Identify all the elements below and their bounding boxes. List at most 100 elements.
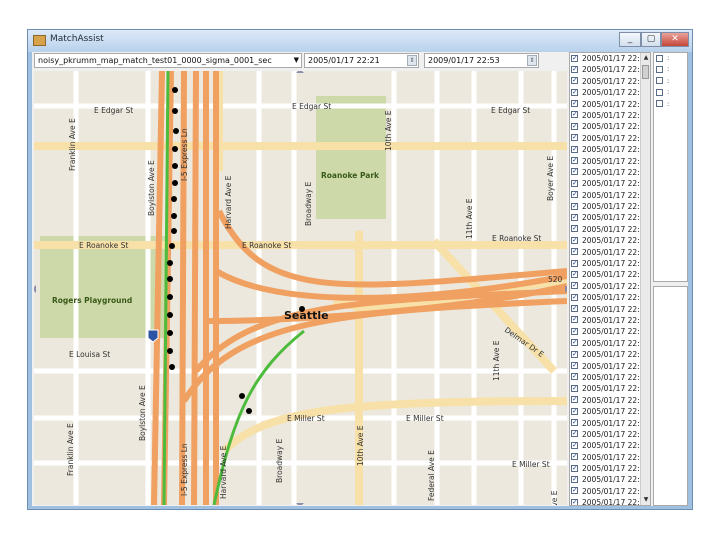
minimize-button[interactable]: _ (619, 32, 641, 47)
end-time-picker[interactable]: 2009/01/17 22:53 ⇕ (424, 53, 539, 68)
list-item[interactable]: ✓ 2005/01/17 22:2: (570, 315, 650, 326)
list-item[interactable]: ✓ 2005/01/17 22:2: (570, 281, 650, 292)
checkbox[interactable]: ✓ (571, 259, 578, 267)
checkbox[interactable]: ✓ (571, 430, 578, 438)
list-item[interactable]: ✓ 2005/01/17 22:2: (570, 372, 650, 383)
checkbox[interactable]: ✓ (571, 327, 578, 335)
checkbox[interactable] (656, 88, 663, 96)
list-item[interactable]: ✓ 2005/01/17 22:2: (570, 463, 650, 474)
checkbox[interactable] (656, 54, 663, 62)
list-item[interactable]: ✓ 2005/01/17 22:2: (570, 201, 650, 212)
list-item[interactable]: ✓ 2005/01/17 22:2: (570, 326, 650, 337)
spin-icon[interactable]: ⇕ (407, 55, 417, 66)
side-checklist[interactable]: : : : : : (653, 52, 688, 282)
dropdown-arrow-icon[interactable]: ▼ (294, 54, 299, 67)
list-item[interactable]: ✓ 2005/01/17 22:2: (570, 338, 650, 349)
list-item[interactable]: ✓ 2005/01/17 22:2: (570, 406, 650, 417)
side-lower-box[interactable] (653, 286, 688, 506)
checkbox[interactable]: ✓ (571, 54, 578, 62)
list-item[interactable]: ✓ 2005/01/17 22:2: (570, 292, 650, 303)
checkbox[interactable]: ✓ (571, 475, 578, 483)
list-item[interactable]: ✓ 2005/01/17 22:2: (570, 121, 650, 132)
checkbox[interactable]: ✓ (571, 270, 578, 278)
map-view[interactable]: E Edgar St E Edgar St E Edgar St E Roano… (34, 71, 567, 505)
checkbox[interactable]: ✓ (571, 384, 578, 392)
list-item[interactable]: ✓ 2005/01/17 22:2: (570, 440, 650, 451)
list-item[interactable]: ✓ 2005/01/17 22:21: (570, 64, 650, 75)
scroll-up-icon[interactable]: ▲ (641, 53, 650, 63)
list-item[interactable]: ✓ 2005/01/17 22:2: (570, 224, 650, 235)
list-item[interactable]: ✓ 2005/01/17 22:2: (570, 144, 650, 155)
checkbox[interactable]: ✓ (571, 202, 578, 210)
list-item[interactable]: ✓ 2005/01/17 22:2: (570, 99, 650, 110)
checkbox[interactable]: ✓ (571, 498, 578, 505)
checkbox[interactable]: ✓ (571, 419, 578, 426)
checkbox[interactable]: ✓ (571, 407, 578, 415)
checkbox[interactable]: ✓ (571, 88, 578, 96)
checkbox[interactable]: ✓ (571, 134, 578, 142)
checkbox[interactable]: ✓ (571, 77, 578, 85)
checkbox[interactable]: ✓ (571, 350, 578, 358)
checkbox[interactable]: ✓ (571, 362, 578, 370)
side-row[interactable]: : (654, 53, 687, 64)
list-item[interactable]: ✓ 2005/01/17 22:2: (570, 212, 650, 223)
list-item[interactable]: ✓ 2005/01/17 22:2: (570, 383, 650, 394)
checkbox[interactable]: ✓ (571, 339, 578, 347)
checkbox[interactable]: ✓ (571, 396, 578, 404)
list-item[interactable]: ✓ 2005/01/17 22:2: (570, 247, 650, 258)
maximize-button[interactable]: ▢ (641, 32, 661, 47)
list-item[interactable]: ✓ 2005/01/17 22:2: (570, 395, 650, 406)
close-button[interactable]: ✕ (661, 32, 689, 47)
title-bar[interactable]: MatchAssist _ ▢ ✕ (28, 30, 692, 52)
list-item[interactable]: ✓ 2005/01/17 22:2: (570, 167, 650, 178)
list-scrollbar[interactable]: ▲ ▼ (640, 53, 650, 505)
checkbox[interactable]: ✓ (571, 122, 578, 130)
checkbox[interactable]: ✓ (571, 191, 578, 199)
checkbox[interactable]: ✓ (571, 441, 578, 449)
map-canvas[interactable]: E Edgar St E Edgar St E Edgar St E Roano… (34, 71, 567, 505)
list-item[interactable]: ✓ 2005/01/17 22:2: (570, 452, 650, 463)
list-item[interactable]: ✓ 2005/01/17 22:2: (570, 190, 650, 201)
list-item[interactable]: ✓ 2005/01/17 22:2: (570, 486, 650, 497)
checkbox[interactable]: ✓ (571, 453, 578, 461)
checkbox[interactable]: ✓ (571, 100, 578, 108)
side-row[interactable]: : (654, 76, 687, 87)
checkbox[interactable]: ✓ (571, 236, 578, 244)
checkbox[interactable]: ✓ (571, 65, 578, 73)
checkbox[interactable]: ✓ (571, 316, 578, 324)
trace-combo[interactable]: noisy_pkrumm_map_match_test01_0000_sigma… (34, 53, 302, 68)
list-item[interactable]: ✓ 2005/01/17 22:2: (570, 497, 650, 505)
list-item[interactable]: ✓ 2005/01/17 22:2: (570, 258, 650, 269)
checkbox[interactable]: ✓ (571, 145, 578, 153)
checkbox[interactable]: ✓ (571, 248, 578, 256)
list-item[interactable]: ✓ 2005/01/17 22:2: (570, 429, 650, 440)
list-item[interactable]: ✓ 2005/01/17 22:2: (570, 178, 650, 189)
checkbox[interactable]: ✓ (571, 213, 578, 221)
list-item[interactable]: ✓ 2005/01/17 22:2: (570, 133, 650, 144)
checkbox[interactable]: ✓ (571, 487, 578, 495)
checkbox[interactable] (656, 77, 663, 85)
list-item[interactable]: ✓ 2005/01/17 22:2: (570, 110, 650, 121)
scroll-down-icon[interactable]: ▼ (641, 495, 650, 505)
list-item[interactable]: ✓ 2005/01/17 22:2: (570, 304, 650, 315)
side-row[interactable]: : (654, 87, 687, 98)
spin-icon[interactable]: ⇕ (527, 55, 537, 66)
list-item[interactable]: ✓ 2005/01/17 22:2: (570, 349, 650, 360)
scroll-thumb[interactable] (642, 65, 649, 79)
checkbox[interactable]: ✓ (571, 373, 578, 381)
checkbox[interactable]: ✓ (571, 305, 578, 313)
checkbox[interactable]: ✓ (571, 157, 578, 165)
checkbox[interactable]: ✓ (571, 293, 578, 301)
list-item[interactable]: ✓ 2005/01/17 22:21: (570, 53, 650, 64)
checkbox[interactable] (656, 100, 663, 108)
checkbox[interactable]: ✓ (571, 225, 578, 233)
list-item[interactable]: ✓ 2005/01/17 22:2: (570, 474, 650, 485)
list-item[interactable]: ✓ 2005/01/17 22:2: (570, 418, 650, 429)
list-item[interactable]: ✓ 2005/01/17 22:2: (570, 76, 650, 87)
list-item[interactable]: ✓ 2005/01/17 22:2: (570, 87, 650, 98)
list-item[interactable]: ✓ 2005/01/17 22:2: (570, 235, 650, 246)
checkbox[interactable] (656, 65, 663, 73)
checkbox[interactable]: ✓ (571, 464, 578, 472)
start-time-picker[interactable]: 2005/01/17 22:21 ⇕ (304, 53, 419, 68)
list-item[interactable]: ✓ 2005/01/17 22:2: (570, 269, 650, 280)
